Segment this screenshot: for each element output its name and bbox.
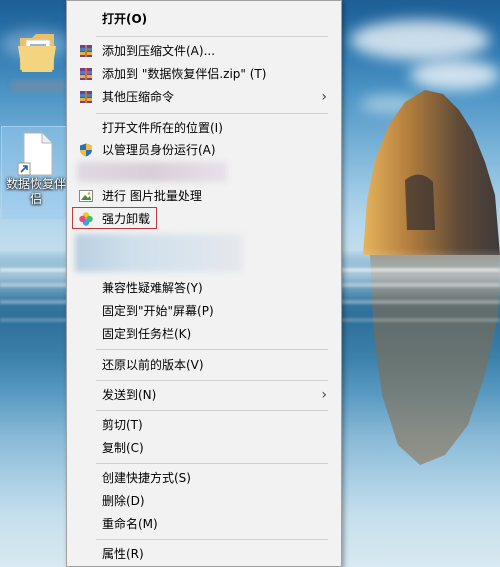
chevron-right-icon: › — [321, 89, 327, 105]
folder-icon — [18, 34, 56, 72]
menu-item-cut[interactable]: 剪切(T) — [67, 414, 341, 436]
menu-item-open-file-location[interactable]: 打开文件所在的位置(I) — [67, 117, 341, 139]
menu-item-label: 剪切(T) — [102, 418, 143, 432]
menu-item-label: 进行 图片批量处理 — [102, 189, 202, 203]
menu-item-label: 删除(D) — [102, 494, 145, 508]
menu-item-label: 以管理员身份运行(A) — [102, 143, 216, 157]
menu-item-add-to-archive[interactable]: 添加到压缩文件(A)... — [67, 40, 341, 62]
menu-item-open[interactable]: 打开(O) — [67, 8, 341, 30]
menu-item-label: 固定到"开始"屏幕(P) — [102, 304, 214, 318]
menu-item-batch-image[interactable]: 进行 图片批量处理 — [67, 185, 341, 207]
menu-item-compatibility[interactable]: 兼容性疑难解答(Y) — [67, 277, 341, 299]
menu-item-properties[interactable]: 属性(R) — [67, 543, 341, 565]
desktop-icon-folder[interactable] — [4, 22, 72, 104]
menu-item-rename[interactable]: 重命名(M) — [67, 513, 341, 535]
context-menu: 打开(O) 添加到压缩文件(A)... 添加到 "数据恢复伴侣.zip" (T)… — [66, 0, 342, 567]
menu-separator — [96, 539, 328, 540]
winrar-archive-icon — [80, 91, 92, 103]
menu-item-label: 重命名(M) — [102, 517, 158, 531]
menu-separator — [96, 36, 328, 37]
chevron-right-icon: › — [321, 387, 327, 403]
menu-item-label: 打开文件所在的位置(I) — [102, 121, 223, 135]
menu-item-label: 复制(C) — [102, 441, 144, 455]
menu-item-label: 添加到压缩文件(A)... — [102, 44, 216, 58]
menu-separator — [96, 349, 328, 350]
winrar-archive-icon — [80, 68, 92, 80]
redacted-menu-item — [77, 162, 227, 182]
menu-separator — [96, 410, 328, 411]
menu-item-send-to[interactable]: 发送到(N) › — [67, 384, 341, 406]
file-shortcut-icon — [17, 132, 53, 176]
menu-item-other-compression[interactable]: 其他压缩命令 › — [67, 86, 341, 108]
menu-item-label: 添加到 "数据恢复伴侣.zip" (T) — [102, 67, 267, 81]
desktop-icon-shortcut[interactable]: 数据恢复伴侣 — [1, 126, 71, 220]
menu-item-add-to-zip[interactable]: 添加到 "数据恢复伴侣.zip" (T) — [67, 63, 341, 85]
menu-separator — [96, 113, 328, 114]
menu-item-label: 还原以前的版本(V) — [102, 358, 204, 372]
redacted-menu-item — [75, 234, 243, 272]
menu-item-label: 打开(O) — [102, 12, 148, 26]
menu-item-label: 兼容性疑难解答(Y) — [102, 281, 203, 295]
menu-item-copy[interactable]: 复制(C) — [67, 437, 341, 459]
menu-separator — [96, 380, 328, 381]
menu-item-create-shortcut[interactable]: 创建快捷方式(S) — [67, 467, 341, 489]
menu-item-label: 其他压缩命令 — [102, 90, 175, 104]
menu-item-pin-start[interactable]: 固定到"开始"屏幕(P) — [67, 300, 341, 322]
menu-item-pin-taskbar[interactable]: 固定到任务栏(K) — [67, 323, 341, 345]
menu-item-label: 发送到(N) — [102, 388, 157, 402]
menu-item-label: 属性(R) — [102, 547, 144, 561]
menu-item-run-as-admin[interactable]: 以管理员身份运行(A) — [67, 139, 341, 161]
menu-item-label: 固定到任务栏(K) — [102, 327, 192, 341]
desktop-icon-label: 数据恢复伴侣 — [5, 177, 66, 206]
highlight-annotation-box — [72, 207, 157, 229]
menu-item-restore-versions[interactable]: 还原以前的版本(V) — [67, 354, 341, 376]
menu-separator — [96, 463, 328, 464]
menu-item-label: 创建快捷方式(S) — [102, 471, 191, 485]
desktop-icon-label — [11, 80, 65, 92]
winrar-archive-icon — [80, 45, 92, 57]
sea-stack-rock — [363, 90, 500, 255]
cloud — [350, 20, 490, 60]
uac-shield-icon — [80, 143, 92, 157]
menu-item-delete[interactable]: 删除(D) — [67, 490, 341, 512]
image-batch-icon — [79, 190, 93, 202]
